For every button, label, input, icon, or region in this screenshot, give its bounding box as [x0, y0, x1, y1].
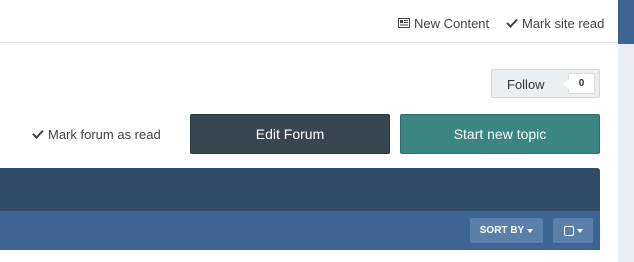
- right-sidebar-edge: [618, 0, 634, 262]
- follow-label: Follow: [507, 77, 545, 92]
- top-bar: New Content Mark site read: [0, 0, 618, 43]
- sort-by-button[interactable]: SORT BY: [470, 218, 543, 243]
- mark-site-read-link[interactable]: Mark site read: [506, 15, 604, 31]
- follow-button[interactable]: Follow 0: [491, 69, 600, 98]
- sort-by-label: SORT BY: [479, 225, 525, 236]
- checkbox-icon: [563, 225, 574, 236]
- forum-header: [0, 168, 600, 211]
- new-content-label: New Content: [414, 15, 490, 31]
- newspaper-icon: [398, 18, 410, 28]
- mark-forum-read-link[interactable]: Mark forum as read: [32, 126, 161, 142]
- start-new-topic-label: Start new topic: [453, 126, 547, 142]
- chevron-down-icon: [576, 228, 583, 233]
- start-new-topic-button[interactable]: Start new topic: [400, 114, 600, 154]
- follower-count-badge: 0: [563, 73, 595, 94]
- select-all-dropdown[interactable]: [553, 218, 593, 243]
- sidebar-header-edge: [618, 0, 634, 44]
- page: New Content Mark site read Follow 0 Mark…: [0, 0, 618, 262]
- mark-forum-read-label: Mark forum as read: [48, 126, 161, 142]
- check-icon: [32, 127, 44, 142]
- check-icon: [506, 18, 518, 28]
- mark-site-read-label: Mark site read: [522, 15, 605, 31]
- edit-forum-label: Edit Forum: [255, 126, 325, 142]
- chevron-down-icon: [527, 228, 534, 233]
- edit-forum-button[interactable]: Edit Forum: [190, 114, 390, 154]
- new-content-link[interactable]: New Content: [398, 15, 489, 31]
- forum-toolbar: SORT BY: [0, 211, 600, 250]
